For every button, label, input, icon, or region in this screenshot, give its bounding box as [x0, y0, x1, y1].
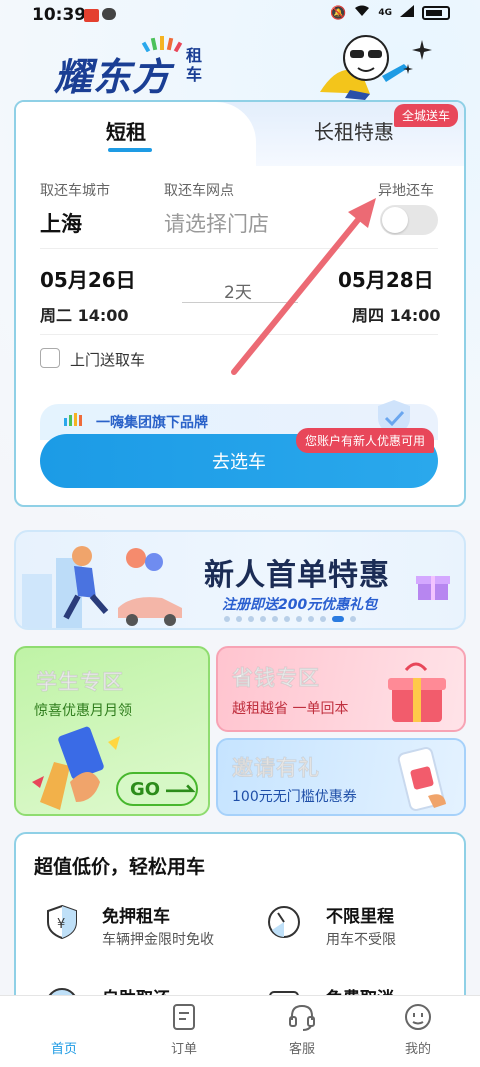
door-service-checkbox[interactable] [40, 348, 60, 368]
city-selector[interactable]: 上海 [40, 208, 82, 238]
wifi-icon [354, 5, 370, 21]
store-selector[interactable]: 请选择门店 [164, 208, 269, 238]
mute-icon: 🔕 [330, 5, 347, 21]
brand-logo: 耀东方 [54, 54, 172, 99]
city-delivery-badge: 全城送车 [393, 104, 458, 127]
student-zone-title: 学生专区 [36, 670, 124, 695]
bottom-nav: 首页 订单 客服 我的 [0, 995, 480, 1067]
pickup-time[interactable]: 周二 14:00 [40, 302, 129, 326]
svg-text:¥: ¥ [57, 917, 65, 932]
toggle-knob [382, 207, 408, 233]
red-gift-icon [388, 662, 446, 722]
speedometer-icon [268, 906, 300, 938]
city-label: 取还车城市 [40, 183, 110, 199]
banner-subtitle: 注册即送200元优惠礼包 [222, 597, 378, 613]
nav-home-label: 首页 [50, 1042, 77, 1057]
invite-rewards-title: 邀请有礼 [232, 756, 320, 781]
student-go-button[interactable]: GO [116, 772, 198, 806]
active-tab-indicator [108, 148, 152, 152]
mascot-illustration-icon [320, 35, 432, 100]
savings-zone-subtitle: 越租越省 一单回本 [232, 701, 349, 717]
store-label: 取还车网点 [164, 183, 234, 199]
headset-icon [289, 1004, 315, 1031]
door-service-label[interactable]: 上门送取车 [70, 349, 145, 370]
savings-zone-title: 省钱专区 [232, 666, 320, 691]
profile-icon [405, 1004, 431, 1030]
student-card-hand-icon [32, 726, 120, 810]
signal-icon [400, 5, 414, 21]
feature-subtitle: 用车不受限 [326, 932, 396, 948]
feature-subtitle: 车辆押金限时免收 [102, 932, 214, 948]
return-date[interactable]: 05月28日 [338, 264, 434, 293]
return-time[interactable]: 周四 14:00 [352, 302, 441, 326]
new-user-tip: 您账户有新人优惠可用 [296, 428, 435, 453]
feature-title: 不限里程 [326, 907, 394, 927]
student-zone-subtitle: 惊喜优惠月月领 [34, 703, 132, 719]
diff-return-toggle[interactable] [380, 205, 438, 235]
gift-box-icon [416, 576, 450, 600]
tab-short-rent[interactable]: 短租 [106, 116, 146, 145]
pickup-date[interactable]: 05月26日 [40, 264, 136, 293]
go-label: GO [130, 778, 161, 800]
nav-profile-label: 我的 [404, 1042, 431, 1057]
nav-home[interactable]: 首页 [24, 1002, 104, 1057]
banner-title: 新人首单特惠 [204, 558, 390, 593]
invite-rewards-tile[interactable]: 邀请有礼 100元无门槛优惠券 [216, 738, 466, 816]
nav-profile[interactable]: 我的 [378, 1002, 458, 1057]
divider [40, 334, 438, 335]
divider [40, 248, 438, 249]
shield-yuan-icon: ¥ [47, 904, 77, 940]
nav-service-label: 客服 [288, 1042, 315, 1057]
nav-orders[interactable]: 订单 [144, 1002, 224, 1057]
brand-logo-suffix: 租车 [186, 46, 203, 84]
banner-runner-illustration-icon [22, 546, 182, 628]
diff-return-label: 异地还车 [378, 183, 434, 199]
booking-card: 短租 长租特惠 全城送车 取还车城市 取还车网点 异地还车 上海 请选择门店 0… [14, 100, 466, 507]
group-logo-icon [64, 413, 82, 426]
feature-title: 免押租车 [102, 907, 170, 927]
nav-service[interactable]: 客服 [262, 1002, 342, 1057]
notification-app-icon [84, 9, 99, 22]
phone-coupon-icon [397, 747, 446, 811]
value-section-title: 超值低价，轻松用车 [34, 856, 206, 878]
home-icon [49, 1002, 79, 1032]
duration-line [182, 302, 298, 303]
network-type: 4G [378, 8, 392, 18]
status-bar: 10:39 🔕 4G [0, 0, 480, 32]
battery-icon [422, 6, 450, 20]
tab-long-rent[interactable]: 长租特惠 [314, 116, 394, 145]
rental-duration: 2天 [224, 283, 252, 303]
order-icon [173, 1004, 195, 1030]
invite-rewards-subtitle: 100元无门槛优惠券 [232, 789, 357, 805]
arrow-right-icon [166, 784, 196, 793]
savings-zone-tile[interactable]: 省钱专区 越租越省 一单回本 [216, 646, 466, 732]
group-brand-text: 一嗨集团旗下品牌 [96, 415, 208, 431]
nav-orders-label: 订单 [170, 1042, 197, 1057]
new-user-banner[interactable]: 新人首单特惠 注册即送200元优惠礼包 [14, 530, 466, 630]
chat-notification-icon [102, 8, 116, 20]
status-time: 10:39 [32, 5, 87, 25]
banner-pagination [224, 616, 356, 622]
